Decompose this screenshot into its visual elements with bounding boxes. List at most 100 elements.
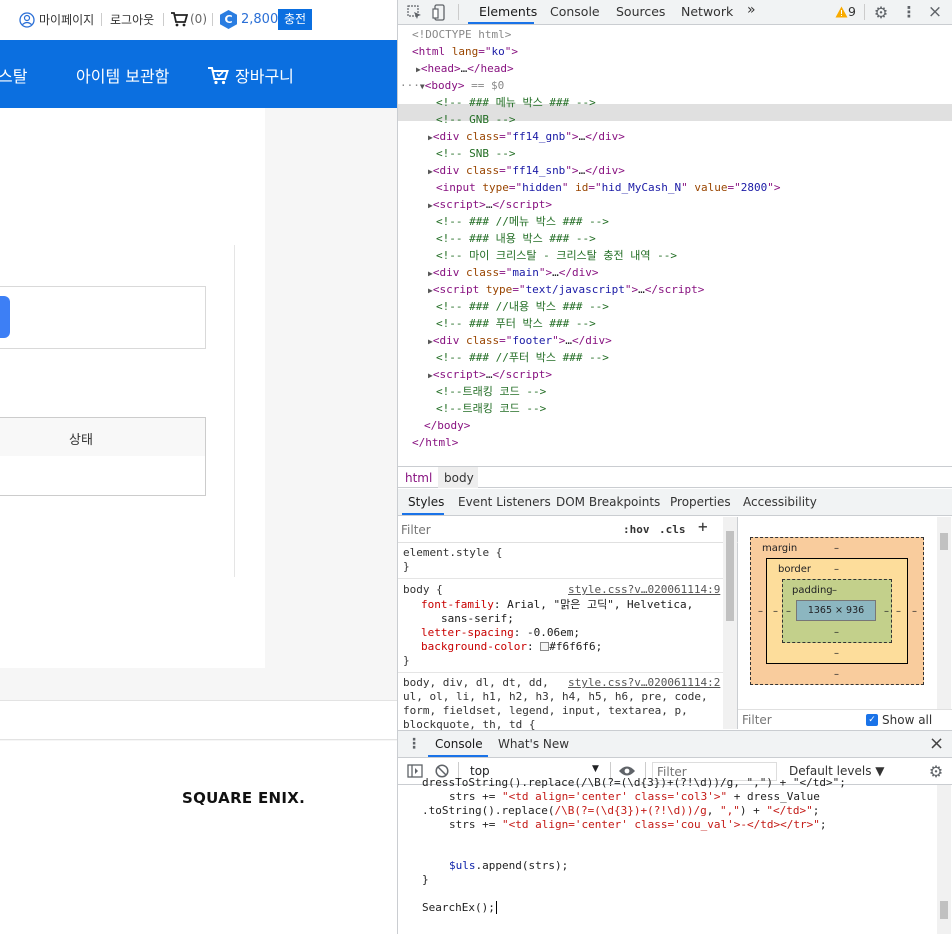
drawer-tab-console[interactable]: Console xyxy=(435,737,483,751)
reset-rule-selector[interactable]: body, div, dl, dt, dd, xyxy=(403,676,549,690)
snb-div-node[interactable]: ▶<div class="ff14_snb">…</div> xyxy=(428,162,625,180)
tab-network[interactable]: Network xyxy=(681,4,733,19)
class-toggle[interactable]: .cls xyxy=(659,523,686,537)
show-all-label: Show all xyxy=(882,713,933,727)
body-rule-selector[interactable]: body { xyxy=(403,583,443,597)
comment-node[interactable]: <!-- ### //메뉴 박스 ### --> xyxy=(436,213,609,230)
user-circle-icon xyxy=(19,11,35,28)
comment-node[interactable]: <!-- ### //푸터 박스 ### --> xyxy=(436,349,609,366)
top-utility-bar: 마이페이지 로그아웃 (0) C 2,800 충전 xyxy=(0,0,397,40)
comment-node[interactable]: <!-- 마이 크리스탈 - 크리스탈 충전 내역 --> xyxy=(436,247,677,264)
rule-close: } xyxy=(403,654,410,667)
main-div-node[interactable]: ▶<div class="main">…</div> xyxy=(428,264,598,282)
script-node[interactable]: ▶<script type="text/javascript">…</scrip… xyxy=(428,281,704,299)
settings-gear-icon[interactable]: ⚙ xyxy=(872,3,890,22)
inspect-element-icon[interactable] xyxy=(406,4,422,20)
comment-node[interactable]: <!--트래킹 코드 --> xyxy=(436,400,546,417)
tab-event-listeners[interactable]: Event Listeners xyxy=(458,495,551,509)
comment-node[interactable]: <!-- SNB --> xyxy=(436,145,515,162)
search-button[interactable] xyxy=(0,296,10,338)
nav-item-item-storage[interactable]: 아이템 보관함 xyxy=(76,63,169,87)
script-node[interactable]: ▶<script>…</script> xyxy=(428,196,552,214)
tab-sources[interactable]: Sources xyxy=(616,4,665,19)
color-swatch[interactable] xyxy=(540,642,550,651)
hover-state-toggle[interactable]: :hov xyxy=(623,523,650,537)
mypage-link[interactable]: 마이페이지 xyxy=(19,11,94,28)
styles-filter-input[interactable] xyxy=(401,520,611,540)
footer-div-node[interactable]: ▶<div class="footer">…</div> xyxy=(428,332,612,350)
close-devtools-icon[interactable]: × xyxy=(926,2,944,22)
tab-elements[interactable]: Elements xyxy=(479,4,537,19)
comment-node[interactable]: <!-- GNB --> xyxy=(436,111,515,128)
border-label: border xyxy=(778,564,812,575)
footer xyxy=(0,741,397,934)
comment-node[interactable]: <!-- ### 메뉴 박스 ### --> xyxy=(436,94,596,111)
cart-link[interactable]: (0) xyxy=(170,11,207,27)
head-node[interactable]: ▶<head>…</head> xyxy=(416,60,514,78)
tab-console[interactable]: Console xyxy=(550,4,600,19)
comment-node[interactable]: <!--트래킹 코드 --> xyxy=(436,383,546,400)
drawer-menu-icon[interactable]: ⋮ xyxy=(406,736,422,752)
gnb-div-node[interactable]: ▶<div class="ff14_gnb">…</div> xyxy=(428,128,625,146)
styles-pane: :hov .cls + element.style { } body { sty… xyxy=(398,517,738,731)
nav-item-crystal[interactable]: 스탈 xyxy=(0,63,27,87)
content-panel xyxy=(0,108,265,668)
comment-node[interactable]: <!-- ### 내용 박스 ### --> xyxy=(436,230,596,247)
more-options-icon[interactable]: ⋮ xyxy=(900,3,918,21)
console-prompt-input[interactable]: SearchEx(); xyxy=(422,901,497,915)
html-close-node[interactable]: </html> xyxy=(412,434,458,451)
comment-node[interactable]: <!-- ### //내용 박스 ### --> xyxy=(436,298,609,315)
scrollbar-thumb[interactable] xyxy=(726,531,734,621)
scrollbar-thumb[interactable] xyxy=(940,533,948,550)
tab-accessibility[interactable]: Accessibility xyxy=(743,495,817,509)
square-enix-logo[interactable]: SQUARE ENIX. xyxy=(182,789,305,807)
letter-spacing-declaration[interactable]: letter-spacing: -0.06em; xyxy=(421,626,580,640)
more-tabs-button[interactable]: » xyxy=(747,2,756,18)
hidden-input-node[interactable]: <input type="hidden" id="hid_MyCash_N" v… xyxy=(436,179,780,196)
console-settings-gear-icon[interactable]: ⚙ xyxy=(927,762,945,781)
charge-button[interactable]: 충전 xyxy=(278,9,312,30)
device-toggle-icon[interactable] xyxy=(432,3,448,21)
website-viewport: 마이페이지 로그아웃 (0) C 2,800 충전 스탈 아이템 보관함 장바구… xyxy=(0,0,397,934)
tab-styles[interactable]: Styles xyxy=(408,495,444,509)
drawer-tab-whats-new[interactable]: What's New xyxy=(498,737,569,751)
console-scrollbar[interactable] xyxy=(937,785,951,934)
element-style-rule[interactable]: element.style { xyxy=(403,546,502,560)
computed-filter-input[interactable] xyxy=(742,712,842,728)
body-node[interactable]: ···▼<body> == $0 xyxy=(400,77,504,95)
comment-node[interactable]: <!-- ### 푸터 박스 ### --> xyxy=(436,315,596,332)
active-subtab-indicator xyxy=(402,513,444,515)
cart-count: (0) xyxy=(190,12,207,26)
computed-scrollbar[interactable] xyxy=(937,517,951,709)
html-node[interactable]: <html lang="ko"> xyxy=(412,43,518,60)
font-family-declaration[interactable]: font-family: Arial, "맑은 고딕", Helvetica, xyxy=(421,598,693,612)
show-all-checkbox[interactable]: ✓ xyxy=(866,714,878,726)
breadcrumb-body[interactable]: body xyxy=(444,471,474,485)
scrollbar-thumb[interactable] xyxy=(940,901,948,919)
doctype-node[interactable]: <!DOCTYPE html> xyxy=(412,26,511,43)
divider xyxy=(163,13,164,26)
tab-properties[interactable]: Properties xyxy=(670,495,731,509)
close-drawer-icon[interactable]: × xyxy=(929,733,944,754)
background-color-declaration[interactable]: background-color: #f6f6f6; xyxy=(421,640,602,654)
cash-display: C 2,800 xyxy=(220,10,278,29)
warning-icon[interactable] xyxy=(834,5,848,19)
body-rule-source-link[interactable]: style.css?v…020061114:9 xyxy=(568,583,720,597)
logout-link[interactable]: 로그아웃 xyxy=(110,11,154,28)
border-top-value: – xyxy=(834,564,839,575)
tab-dom-breakpoints[interactable]: DOM Breakpoints xyxy=(556,495,660,509)
styles-scrollbar[interactable] xyxy=(723,517,737,729)
content-box-size[interactable]: 1365 × 936 xyxy=(796,600,876,621)
reset-rule-source-link[interactable]: style.css?v…020061114:2 xyxy=(568,676,720,690)
rule-divider xyxy=(398,578,728,579)
global-nav-bar: 스탈 아이템 보관함 장바구니 xyxy=(0,40,397,108)
breadcrumb-html[interactable]: html xyxy=(405,471,432,485)
history-table-header: 상태 xyxy=(0,417,206,457)
padding-top-value: – xyxy=(832,585,837,596)
script-node[interactable]: ▶<script>…</script> xyxy=(428,366,552,384)
body-close-node[interactable]: </body> xyxy=(424,417,470,434)
nav-item-cart[interactable]: 장바구니 xyxy=(207,63,294,87)
crystal-icon: C xyxy=(220,10,237,29)
add-rule-button[interactable]: + xyxy=(698,519,708,535)
console-output[interactable]: dressToString().replace(/\B(?=(\d{3})+(?… xyxy=(398,776,952,934)
